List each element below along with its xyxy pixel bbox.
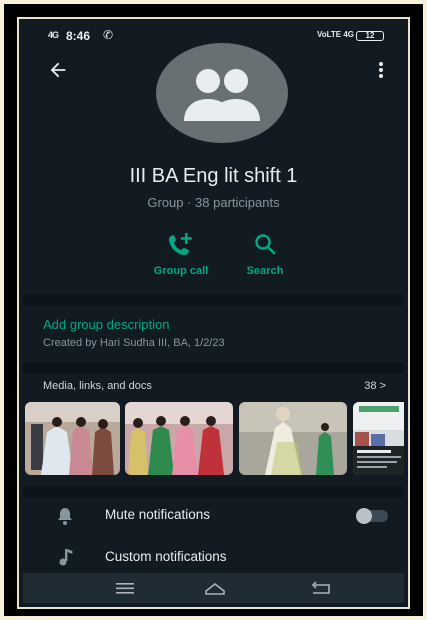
group-name: III BA Eng lit shift 1 (129, 165, 298, 187)
battery-indicator: 12 (356, 31, 384, 41)
search-button[interactable]: Search (235, 231, 295, 277)
media-thumbnail[interactable] (25, 402, 120, 475)
group-people-icon (184, 69, 260, 121)
photo-frame-inner: 4G 8:46 ✆ VoLTE 4G 12 III BA Eng lit shi… (17, 17, 410, 609)
network-indicator: VoLTE 4G (316, 30, 354, 39)
media-thumbnail[interactable] (353, 402, 404, 475)
add-description-link[interactable]: Add group description (43, 317, 169, 332)
call-status-icon: ✆ (103, 28, 114, 42)
back-icon[interactable] (309, 579, 333, 597)
signal-indicator: 4G (48, 30, 59, 40)
system-nav-bar (23, 573, 404, 603)
group-participants: Group · 38 participants (147, 195, 280, 210)
home-icon[interactable] (203, 579, 227, 597)
toggle-knob (356, 508, 372, 524)
music-note-icon (59, 549, 73, 566)
search-label: Search (246, 265, 284, 277)
add-call-icon (169, 233, 192, 255)
menu-icon[interactable] (113, 579, 137, 597)
mute-notifications-toggle[interactable] (356, 508, 388, 524)
back-arrow-icon[interactable] (47, 59, 69, 81)
media-thumbnail[interactable] (125, 402, 233, 475)
media-section-title[interactable]: Media, links, and docs (43, 380, 152, 392)
created-by-text: Created by Hari Sudha III, BA, 1/2/23 (43, 337, 225, 349)
bell-icon (58, 508, 72, 525)
phone-screen: 4G 8:46 ✆ VoLTE 4G 12 III BA Eng lit shi… (23, 23, 404, 603)
group-call-label: Group call (153, 265, 209, 277)
custom-notifications-label: Custom notifications (105, 549, 227, 564)
group-avatar[interactable] (156, 43, 288, 143)
section-divider (23, 487, 404, 497)
more-options-icon[interactable] (378, 61, 384, 79)
media-thumbnail[interactable] (239, 402, 347, 475)
section-divider (23, 363, 404, 373)
section-divider (23, 295, 404, 305)
media-count[interactable]: 38 > (364, 380, 386, 392)
group-call-button[interactable]: Group call (143, 231, 219, 277)
search-icon (255, 234, 276, 255)
mute-notifications-label: Mute notifications (105, 507, 211, 522)
status-time: 8:46 (66, 29, 91, 43)
